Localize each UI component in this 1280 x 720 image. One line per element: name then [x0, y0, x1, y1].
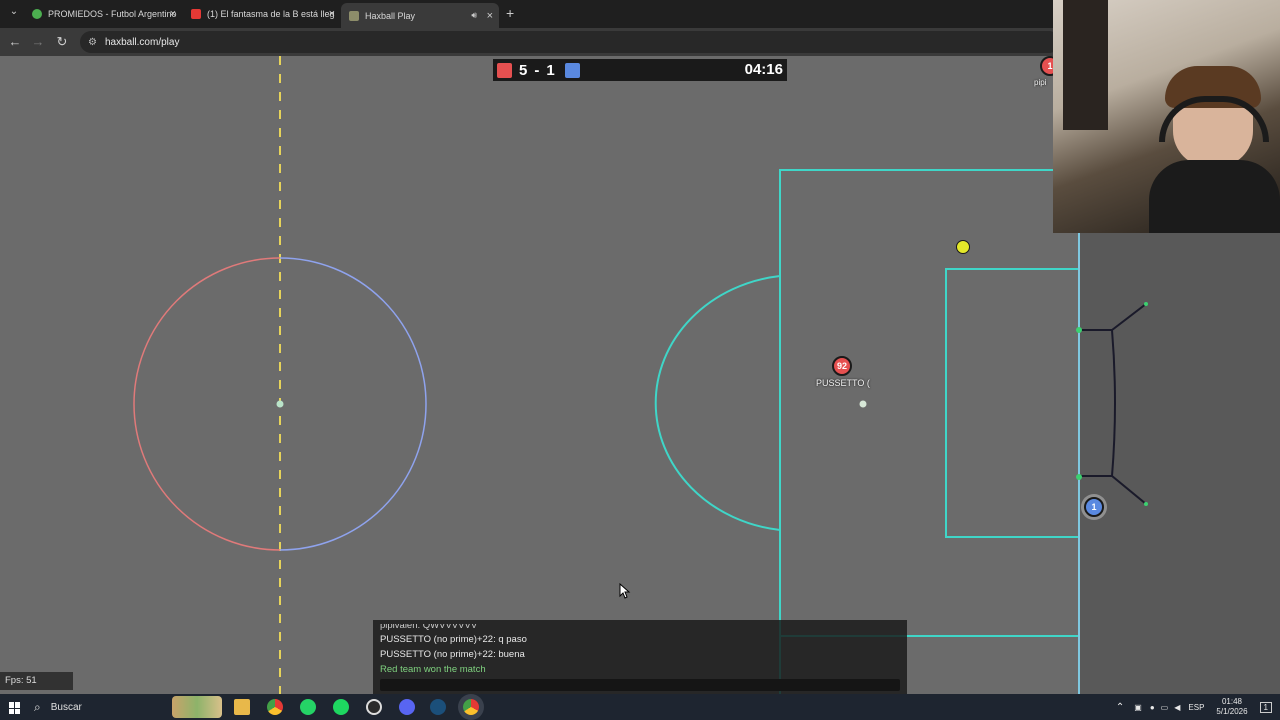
blue-score: 1: [546, 61, 555, 79]
microphone-icon[interactable]: ●: [1150, 703, 1155, 712]
chrome-icon[interactable]: [267, 699, 283, 715]
blue-team-swatch: [564, 62, 580, 78]
haxball-favicon-icon: [349, 10, 359, 21]
fps-counter: Fps: 51: [0, 672, 73, 690]
widgets-icon[interactable]: [172, 696, 222, 718]
webcam-overlay: [1053, 0, 1280, 233]
red-score: 5: [519, 61, 528, 79]
red-team-swatch: [497, 62, 512, 78]
address-bar[interactable]: ⚙︎ haxball.com/play: [80, 31, 1060, 53]
spotify-icon[interactable]: [333, 699, 349, 715]
tab-title: Haxball Play: [365, 10, 416, 21]
new-tab-button[interactable]: +: [506, 5, 514, 21]
whatsapp-icon[interactable]: [300, 699, 316, 715]
clock-date: 5/1/2026: [1216, 707, 1248, 716]
score-separator: -: [534, 61, 540, 79]
chat-message: PUSSETTO (no prime)+22: buena: [380, 649, 525, 660]
net-anchor: [1144, 502, 1148, 506]
file-explorer-icon[interactable]: [234, 699, 250, 715]
offscreen-player-name: pipi: [1034, 78, 1047, 87]
chat-message: PUSSETTO (no prime)+22: q paso: [380, 634, 527, 645]
chat-input[interactable]: [380, 679, 900, 691]
system-tray: ⌃ ▣ ● ▭ ◀ ESP 01:48 5/1/2026 1: [1116, 694, 1280, 720]
notification-icon[interactable]: 1: [1259, 701, 1272, 713]
tab-haxball[interactable]: Haxball Play 🔊︎ ×: [341, 3, 499, 28]
clock-time: 01:48: [1221, 697, 1242, 706]
network-icon[interactable]: ▭: [1161, 703, 1169, 712]
os-taskbar: ⌕ Buscar ⌃ ▣ ● ▭ ◀ ESP 01:48 5/1/2026 1: [0, 694, 1280, 720]
url-text: haxball.com/play: [104, 36, 180, 48]
search-label: Buscar: [50, 701, 82, 713]
audio-playing-icon[interactable]: 🔊︎: [471, 10, 477, 21]
field-outer-area: [1080, 232, 1280, 694]
kickoff-spot: [276, 400, 284, 408]
youtube-favicon-icon: [191, 9, 201, 19]
close-tab-icon[interactable]: ×: [329, 8, 335, 20]
tray-overflow-icon[interactable]: ⌃: [1116, 702, 1124, 713]
penalty-arc: [654, 275, 781, 531]
close-tab-icon[interactable]: ×: [170, 8, 176, 20]
back-icon[interactable]: ←: [3, 34, 27, 49]
goal-post: [1076, 474, 1082, 480]
center-circle-red-half: [133, 257, 281, 551]
center-circle-blue-half: [279, 257, 427, 551]
volume-icon[interactable]: ◀: [1174, 703, 1180, 712]
goal-area: [945, 268, 1079, 538]
mouse-cursor-icon: [619, 583, 631, 599]
player-name-label: PUSSETTO (: [816, 378, 870, 388]
discord-icon[interactable]: [399, 699, 415, 715]
ball: [956, 240, 970, 254]
tab-title: (1) El fantasma de la B está lleg: [207, 9, 335, 19]
scoreboard: 5 - 1 04:16: [493, 59, 787, 81]
tab-youtube[interactable]: (1) El fantasma de la B está lleg ×: [183, 3, 341, 25]
tab-search-icon[interactable]: ⌄: [2, 6, 26, 17]
tray-app-icon[interactable]: ▣: [1134, 703, 1142, 712]
steam-icon[interactable]: [430, 699, 446, 715]
tab-promiedos[interactable]: PROMIEDOS - Futbol Argentino ×: [24, 3, 182, 25]
chat-system-notice: Red team won the match: [380, 664, 486, 675]
search-icon: ⌕: [34, 699, 41, 714]
player-blue-1: 1: [1084, 497, 1104, 517]
tab-title: PROMIEDOS - Futbol Argentino: [48, 9, 177, 19]
game-launcher-icon[interactable]: [366, 699, 382, 715]
site-info-icon[interactable]: ⚙︎: [88, 37, 97, 48]
chat-partial-message: pipivalen: QWVVVVVV: [380, 624, 478, 631]
streamer-body: [1149, 160, 1280, 233]
close-tab-icon[interactable]: ×: [487, 10, 493, 22]
room-background-dark: [1063, 0, 1108, 130]
player-red-92: 92: [832, 356, 852, 376]
goal-post: [1076, 327, 1082, 333]
penalty-spot: [859, 400, 867, 408]
chrome-active-icon[interactable]: [463, 699, 479, 715]
penalty-box: [779, 169, 1054, 694]
net-anchor: [1144, 302, 1148, 306]
chat-panel: pipivalen: QWVVVVVV PUSSETTO (no prime)+…: [373, 620, 907, 694]
start-menu-icon[interactable]: [9, 702, 21, 714]
language-indicator[interactable]: ESP: [1188, 703, 1204, 712]
forward-icon[interactable]: →: [26, 34, 50, 49]
reload-icon[interactable]: ↻: [50, 34, 74, 50]
taskbar-search[interactable]: ⌕ Buscar: [34, 694, 82, 720]
match-timer: 04:16: [744, 61, 783, 78]
taskbar-clock[interactable]: 01:48 5/1/2026: [1216, 697, 1247, 717]
promiedos-favicon-icon: [32, 9, 42, 19]
